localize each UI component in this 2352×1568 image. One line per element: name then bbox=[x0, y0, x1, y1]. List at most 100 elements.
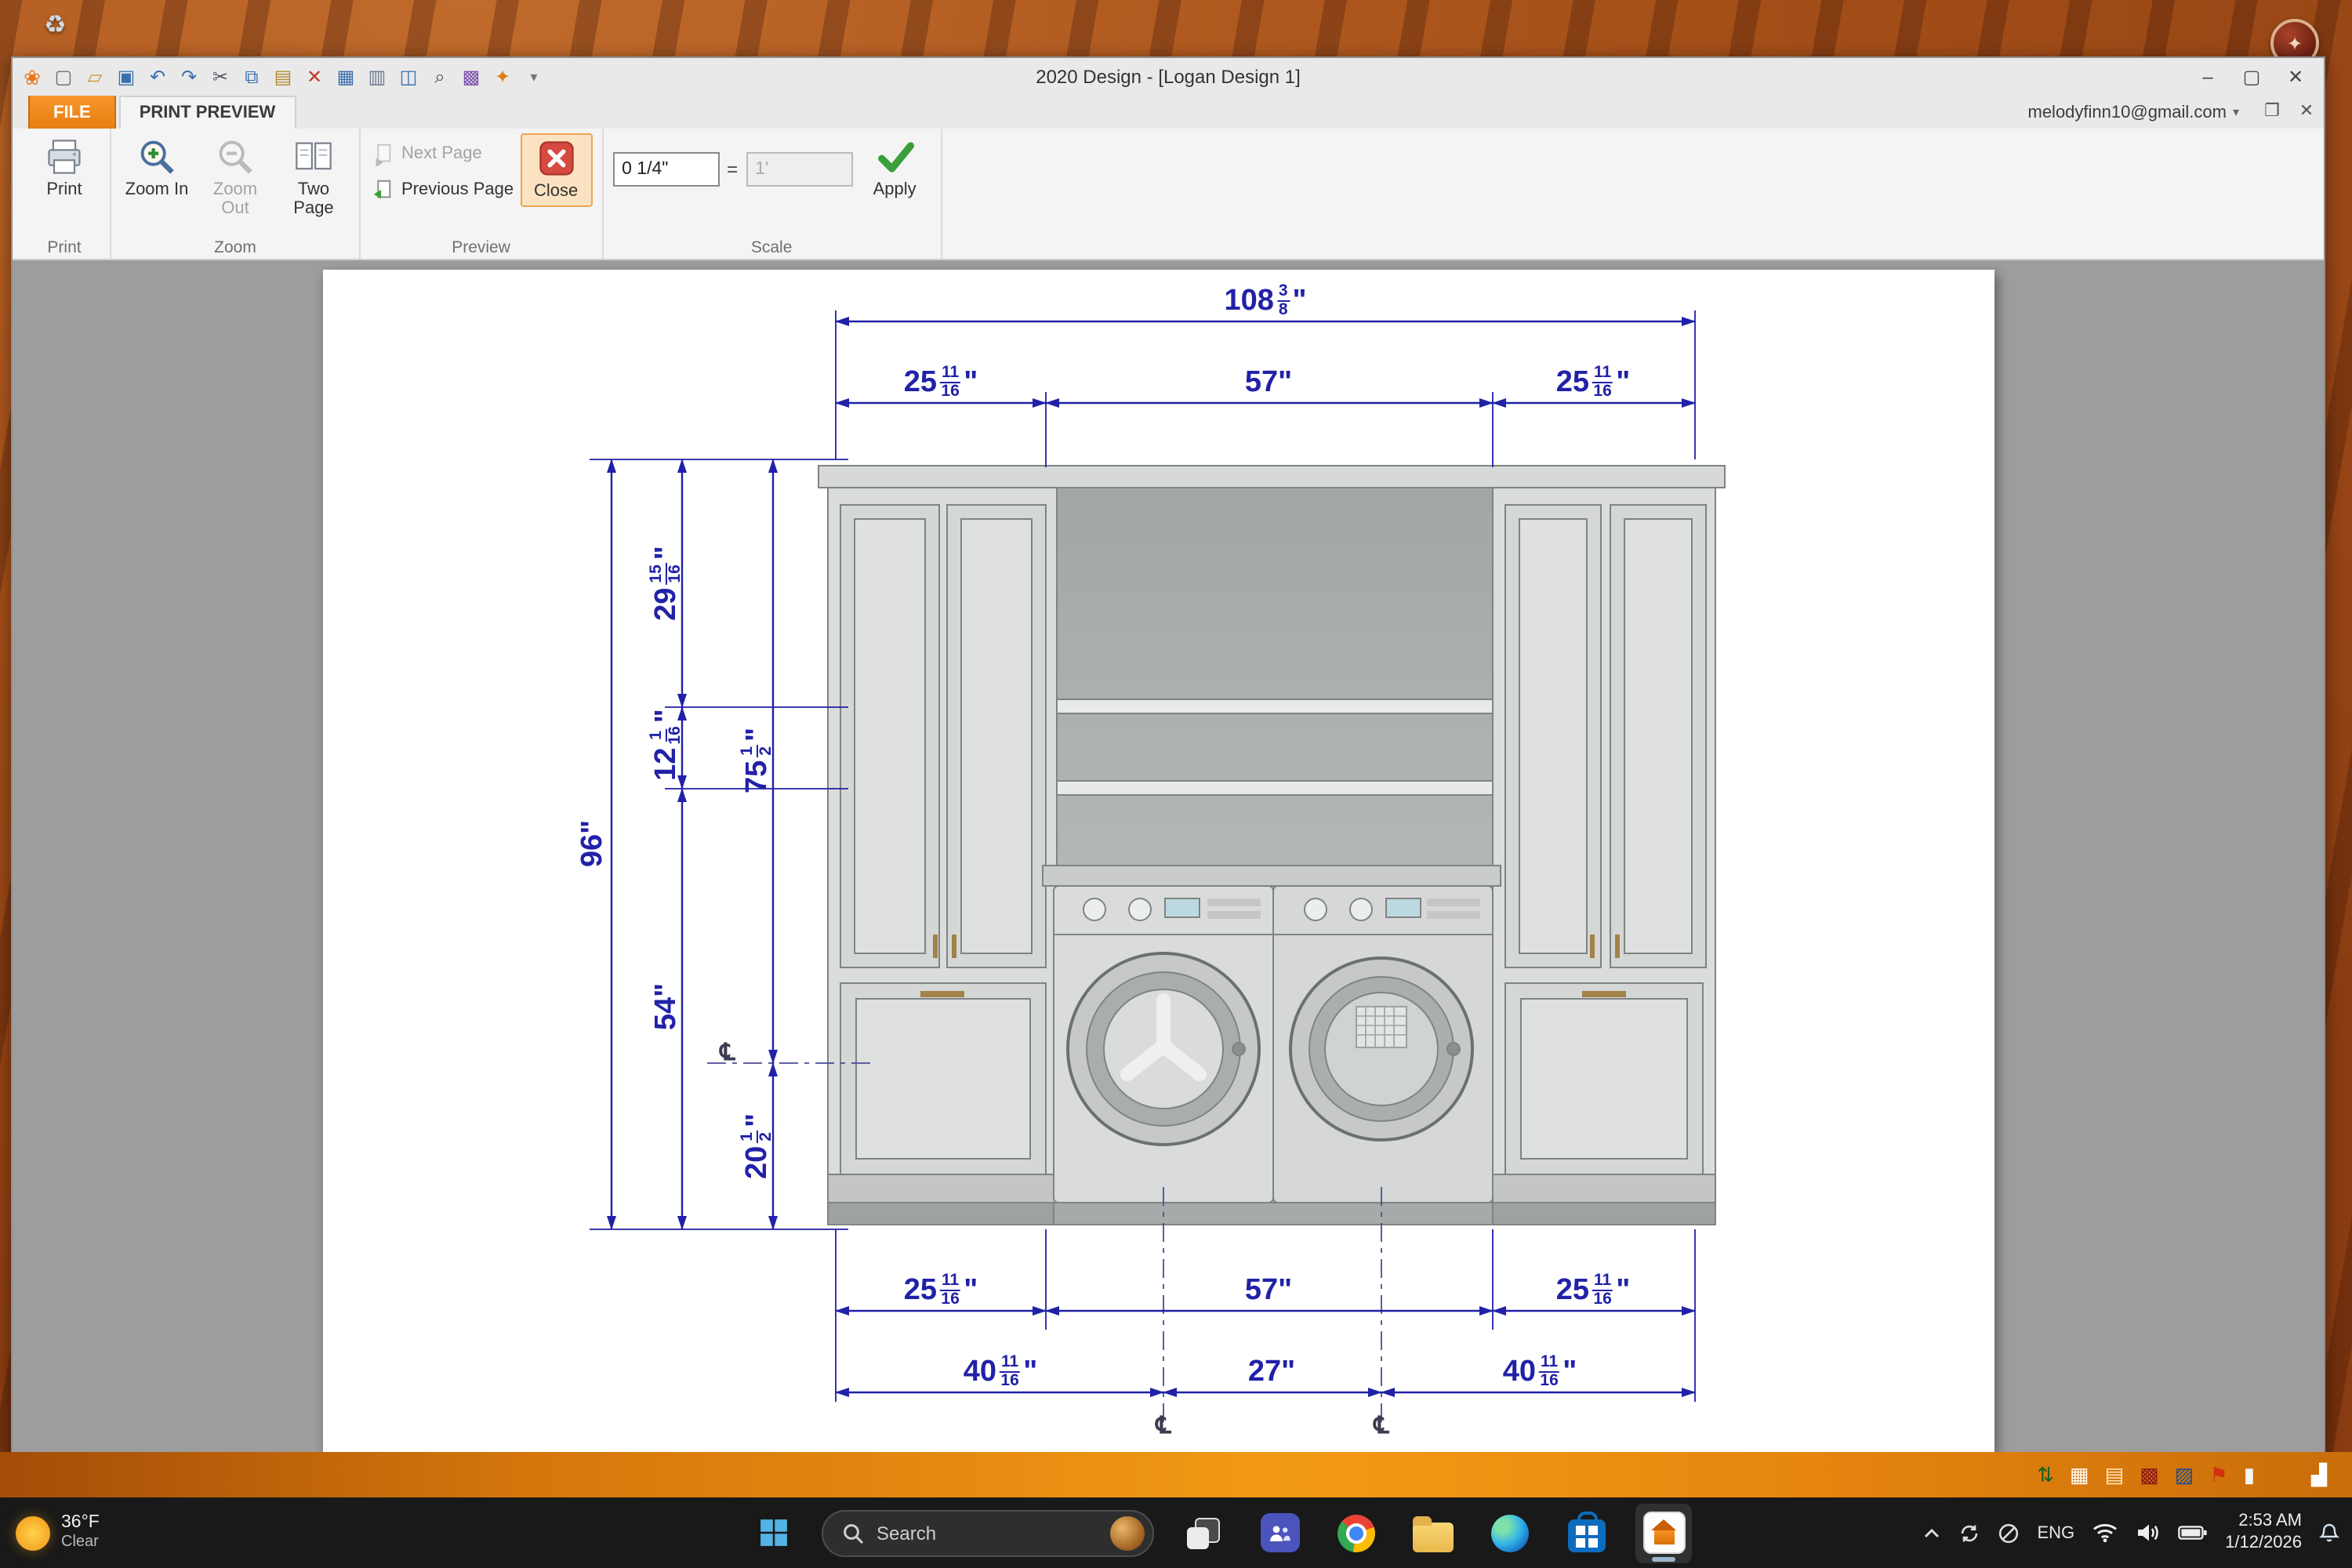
group-label-print: Print bbox=[19, 238, 110, 257]
previous-page-icon bbox=[370, 178, 394, 201]
group-label-zoom: Zoom bbox=[111, 238, 359, 257]
previous-page-button[interactable]: Previous Page bbox=[370, 176, 514, 204]
settings-run-icon[interactable]: ✦ bbox=[489, 64, 516, 90]
status-flag-icon[interactable]: ⚑ bbox=[2209, 1463, 2227, 1486]
account-menu[interactable]: melodyfinn10@gmail.com ▾ bbox=[2028, 96, 2240, 129]
scale-value-input[interactable]: 0 1/4" bbox=[612, 152, 719, 187]
delete-icon[interactable]: ✕ bbox=[301, 64, 328, 90]
taskbar-center-icons: Search bbox=[745, 1497, 1692, 1568]
zoom-in-button[interactable]: Zoom In bbox=[121, 133, 193, 199]
preview-canvas[interactable]: 10838" 251116" 57" 251116" 96" 291516" 1… bbox=[13, 260, 2324, 1454]
dim-bottom-left: 251116" bbox=[904, 1272, 978, 1308]
dim-total-height: 96" bbox=[578, 820, 608, 867]
centerline-symbol-washer: ℄ bbox=[1156, 1411, 1171, 1439]
edge-icon bbox=[1491, 1514, 1529, 1552]
dim-base-right: 401116" bbox=[1503, 1354, 1577, 1390]
status-sort-arrows-icon[interactable]: ⇅ bbox=[2037, 1463, 2054, 1486]
file-tab[interactable]: FILE bbox=[28, 94, 116, 129]
dim-bottom-right: 251116" bbox=[1556, 1272, 1631, 1308]
restore-document-icon[interactable]: ❐ bbox=[2258, 96, 2286, 129]
render-icon[interactable]: ▩ bbox=[458, 64, 485, 90]
clock[interactable]: 2:53 AM 1/12/2026 bbox=[2225, 1512, 2302, 1554]
print-button[interactable]: Print bbox=[28, 133, 100, 199]
task-view-icon bbox=[1184, 1514, 1221, 1552]
sync-icon[interactable] bbox=[1958, 1522, 1980, 1544]
sun-icon bbox=[16, 1515, 50, 1550]
battery-icon[interactable] bbox=[2178, 1524, 2208, 1541]
window-controls: – ▢ ✕ bbox=[2186, 60, 2318, 94]
dim-base-left: 401116" bbox=[964, 1354, 1038, 1390]
image-zoom-icon[interactable]: ⌕ bbox=[426, 64, 453, 90]
quick-access-toolbar: ❀ ▢ ▱ ▣ ↶ ↷ ✂ ⧉ ▤ ✕ ▦ ▥ ◫ ⌕ ▩ ✦ ▾ bbox=[19, 64, 547, 90]
undo-icon[interactable]: ↶ bbox=[144, 64, 171, 90]
close-button[interactable]: ✕ bbox=[2274, 60, 2318, 94]
dim-centerline-to-floor: 2012" bbox=[739, 1113, 775, 1179]
zoom-in-icon bbox=[136, 136, 177, 177]
minimize-button[interactable]: – bbox=[2186, 60, 2230, 94]
do-not-disturb-icon[interactable] bbox=[1998, 1522, 2020, 1544]
tray-chevron-up-icon[interactable] bbox=[1922, 1526, 1941, 1539]
redo-icon[interactable]: ↷ bbox=[176, 64, 202, 90]
file-explorer-icon[interactable] bbox=[1405, 1503, 1461, 1563]
print-preview-page: 10838" 251116" 57" 251116" 96" 291516" 1… bbox=[323, 270, 1994, 1454]
design-2020-app-icon[interactable] bbox=[1635, 1503, 1692, 1563]
new-document-icon[interactable]: ▢ bbox=[50, 64, 77, 90]
qat-menu-chevron-icon[interactable]: ▾ bbox=[521, 64, 547, 90]
scale-target-input[interactable]: 1' bbox=[746, 152, 852, 187]
dim-shelf-section-height: 12116" bbox=[648, 709, 684, 781]
weather-widget[interactable]: 36°F Clear bbox=[16, 1497, 100, 1568]
search-placeholder: Search bbox=[877, 1522, 1098, 1544]
status-swatch-red-icon[interactable]: ▩ bbox=[2140, 1463, 2159, 1486]
screen: ♻ ✦ ❀ ▢ ▱ ▣ ↶ ↷ ✂ ⧉ ▤ ✕ ▦ ▥ ◫ ⌕ ▩ ✦ ▾ bbox=[0, 0, 2352, 1568]
time-label: 2:53 AM bbox=[2238, 1512, 2302, 1533]
dim-lower-section-height: 54" bbox=[652, 983, 681, 1030]
two-page-button[interactable]: Two Page bbox=[278, 133, 350, 218]
wifi-icon[interactable] bbox=[2092, 1523, 2118, 1543]
scale-equals-label: = bbox=[727, 158, 738, 180]
notification-bell-icon[interactable] bbox=[2319, 1523, 2339, 1543]
status-corner-icon[interactable]: ▟ bbox=[2311, 1463, 2327, 1486]
dim-upper-cabinet-height: 291516" bbox=[648, 546, 684, 621]
apply-label: Apply bbox=[873, 180, 916, 199]
status-sheet-icon[interactable]: ▤ bbox=[2105, 1463, 2125, 1486]
chevron-down-icon: ▾ bbox=[2233, 105, 2239, 119]
paste-icon[interactable]: ▤ bbox=[270, 64, 296, 90]
active-app-indicator bbox=[1652, 1556, 1675, 1561]
chrome-app-icon[interactable] bbox=[1328, 1503, 1385, 1563]
next-page-icon bbox=[370, 142, 394, 165]
search-box[interactable]: Search bbox=[822, 1509, 1154, 1556]
status-swatch-blue-icon[interactable]: ▨ bbox=[2175, 1463, 2194, 1486]
open-folder-icon[interactable]: ▱ bbox=[82, 64, 108, 90]
title-bar: ❀ ▢ ▱ ▣ ↶ ↷ ✂ ⧉ ▤ ✕ ▦ ▥ ◫ ⌕ ▩ ✦ ▾ 2020 D… bbox=[13, 58, 2324, 96]
print-button-label: Print bbox=[46, 180, 82, 199]
teams-app-icon[interactable] bbox=[1251, 1503, 1308, 1563]
zoom-out-button[interactable]: Zoom Out bbox=[199, 133, 271, 218]
schedule-icon[interactable]: ▥ bbox=[364, 64, 390, 90]
weather-temperature: 36°F bbox=[61, 1513, 100, 1534]
language-indicator[interactable]: ENG bbox=[2037, 1523, 2074, 1542]
ribbon-group-scale: 0 1/4" = 1' Apply Scale bbox=[603, 129, 942, 259]
recycle-bin-icon[interactable]: ♻ bbox=[44, 9, 67, 41]
date-label: 1/12/2026 bbox=[2225, 1533, 2302, 1553]
status-grid-icon[interactable]: ▦ bbox=[2070, 1463, 2089, 1486]
cut-icon[interactable]: ✂ bbox=[207, 64, 234, 90]
dim-top-right: 251116" bbox=[1556, 365, 1631, 401]
maximize-button[interactable]: ▢ bbox=[2230, 60, 2274, 94]
close-preview-button[interactable]: Close bbox=[520, 133, 592, 207]
plan-view-icon[interactable]: ◫ bbox=[395, 64, 422, 90]
search-icon bbox=[842, 1522, 864, 1544]
microsoft-store-icon[interactable] bbox=[1559, 1503, 1615, 1563]
save-icon[interactable]: ▣ bbox=[113, 64, 140, 90]
print-preview-tab[interactable]: PRINT PREVIEW bbox=[119, 96, 296, 129]
next-page-button[interactable]: Next Page bbox=[370, 140, 514, 168]
item-list-icon[interactable]: ▦ bbox=[332, 64, 359, 90]
copy-icon[interactable]: ⧉ bbox=[238, 64, 265, 90]
volume-icon[interactable] bbox=[2136, 1523, 2161, 1543]
task-view-button[interactable] bbox=[1174, 1503, 1231, 1563]
edge-app-icon[interactable] bbox=[1482, 1503, 1538, 1563]
status-panel-icon[interactable]: ▮ bbox=[2244, 1463, 2255, 1486]
apply-button[interactable]: Apply bbox=[858, 133, 931, 199]
close-document-icon[interactable]: ✕ bbox=[2292, 96, 2321, 129]
app-logo-icon: ❀ bbox=[19, 64, 45, 90]
start-button[interactable] bbox=[745, 1503, 801, 1563]
